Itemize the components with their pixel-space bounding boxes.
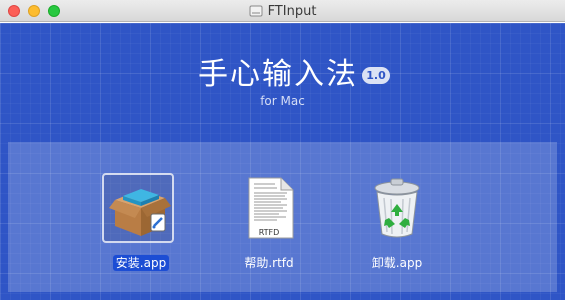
platform-subtitle: for Mac: [260, 94, 305, 108]
recycle-bin-icon: [374, 178, 420, 238]
uninstall-app-label: 卸载.app: [371, 256, 423, 270]
help-document-label: 帮助.rtfd: [244, 256, 294, 270]
package-installer-icon: [109, 189, 171, 236]
window-title: FTInput: [267, 3, 317, 19]
disk-image-icon: [249, 5, 263, 17]
install-app-label: 安装.app: [112, 255, 170, 271]
version-badge: 1.0: [362, 67, 390, 84]
rtfd-caption: RTFD: [258, 228, 280, 237]
app-name: 手心输入法: [198, 57, 358, 92]
title-bar[interactable]: FTInput: [0, 0, 565, 22]
dmg-window: FTInput 手心输入法 1.0 for Mac 安装.app RTFD 帮助…: [0, 0, 565, 300]
